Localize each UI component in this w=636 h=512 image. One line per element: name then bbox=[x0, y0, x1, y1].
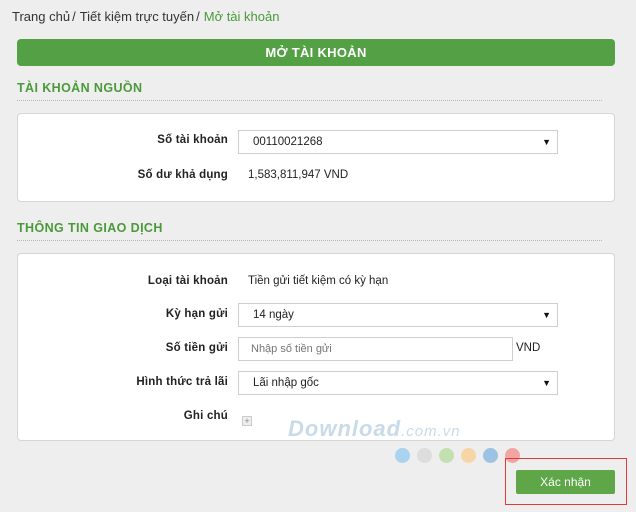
term-value: 14 ngày bbox=[253, 309, 294, 321]
page-title: MỞ TÀI KHOẢN bbox=[17, 39, 615, 66]
section-divider bbox=[17, 240, 602, 241]
interest-value: Lãi nhập gốc bbox=[253, 377, 319, 389]
source-account-panel: Số tài khoản 00110021268 ▼ Số dư khả dụn… bbox=[17, 113, 615, 202]
balance-label: Số dư khả dụng bbox=[137, 169, 228, 181]
note-label: Ghi chú bbox=[183, 410, 228, 422]
breadcrumb-home[interactable]: Trang chủ bbox=[12, 9, 70, 24]
dot bbox=[483, 448, 498, 463]
dot bbox=[439, 448, 454, 463]
amount-label: Số tiền gửi bbox=[165, 342, 228, 354]
account-number-value: 00110021268 bbox=[253, 136, 323, 148]
term-label: Kỳ hạn gửi bbox=[165, 308, 228, 320]
source-account-heading: TÀI KHOẢN NGUỒN bbox=[17, 81, 143, 95]
chevron-down-icon: ▼ bbox=[542, 310, 551, 320]
breadcrumb-separator: / bbox=[196, 9, 200, 24]
breadcrumb-current: Mở tài khoản bbox=[203, 9, 280, 24]
interest-label: Hình thức trả lãi bbox=[136, 376, 228, 388]
chevron-down-icon: ▼ bbox=[542, 137, 551, 147]
transaction-heading: THÔNG TIN GIAO DỊCH bbox=[17, 221, 163, 235]
expand-plus-icon[interactable]: + bbox=[242, 416, 252, 426]
transaction-panel: Loại tài khoản Tiền gửi tiết kiệm có kỳ … bbox=[17, 253, 615, 441]
balance-value: 1,583,811,947 VND bbox=[248, 169, 349, 181]
dot bbox=[417, 448, 432, 463]
watermark-logo: Download.com.vn bbox=[288, 416, 461, 441]
amount-input[interactable] bbox=[238, 337, 513, 361]
chevron-down-icon: ▼ bbox=[542, 378, 551, 388]
breadcrumb-separator: / bbox=[72, 9, 76, 24]
breadcrumb-parent[interactable]: Tiết kiệm trực tuyến bbox=[80, 9, 194, 24]
amount-currency: VND bbox=[516, 342, 541, 354]
term-select[interactable]: 14 ngày ▼ bbox=[238, 303, 558, 327]
dot bbox=[461, 448, 476, 463]
confirm-button[interactable]: Xác nhận bbox=[516, 470, 615, 494]
breadcrumb: Trang chủ / Tiết kiệm trực tuyến / Mở tài kh… bbox=[12, 9, 279, 24]
section-divider bbox=[17, 100, 602, 101]
dot bbox=[395, 448, 410, 463]
account-number-label: Số tài khoản bbox=[157, 134, 228, 146]
account-number-select[interactable]: 00110021268 ▼ bbox=[238, 130, 558, 154]
interest-select[interactable]: Lãi nhập gốc ▼ bbox=[238, 371, 558, 395]
account-type-value: Tiền gửi tiết kiệm có kỳ hạn bbox=[248, 275, 389, 287]
account-type-label: Loại tài khoản bbox=[147, 275, 228, 287]
